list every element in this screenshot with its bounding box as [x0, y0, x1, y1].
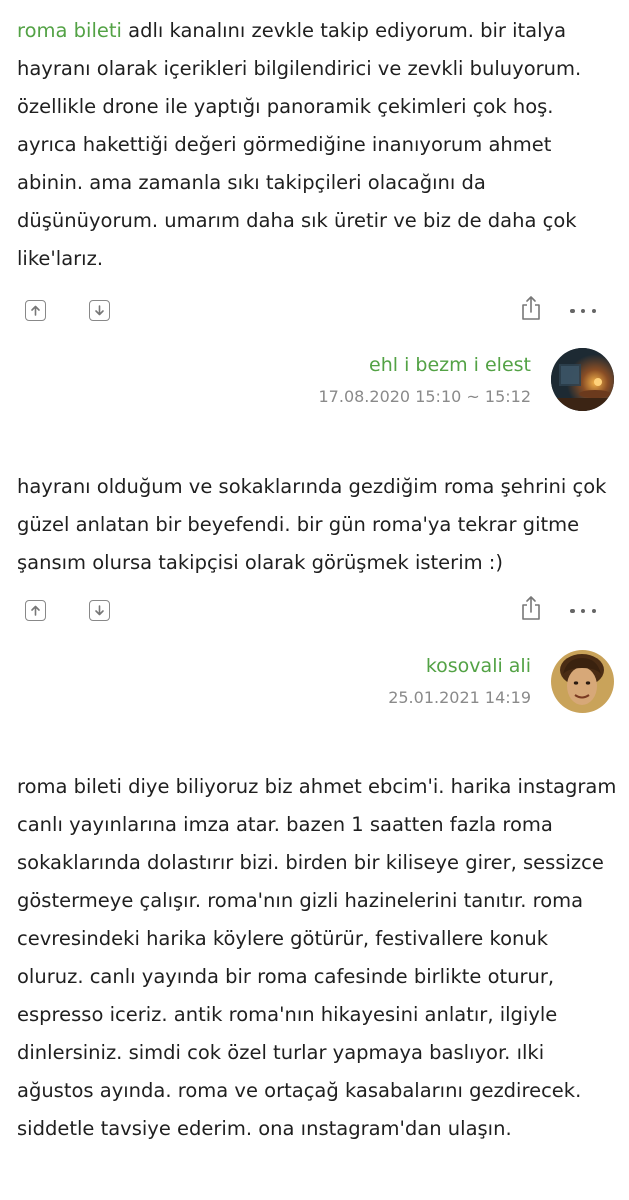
avatar[interactable]: [551, 650, 614, 713]
upvote-icon: [31, 305, 40, 316]
entry-text-body: adlı kanalını zevkle takip ediyorum. bir…: [17, 19, 582, 270]
more-button[interactable]: [570, 301, 596, 321]
downvote-button[interactable]: [89, 600, 110, 621]
entry-text: roma bileti diye biliyoruz biz ahmet ebc…: [17, 775, 617, 1140]
upvote-icon: [31, 605, 40, 616]
more-icon: [580, 308, 586, 314]
more-icon: [570, 308, 575, 314]
entry-actions: [0, 596, 629, 634]
downvote-icon: [95, 305, 104, 316]
more-icon: [580, 608, 586, 614]
entry-link[interactable]: roma bileti: [17, 19, 122, 42]
share-button[interactable]: [519, 294, 543, 322]
downvote-icon: [95, 605, 104, 616]
author-name[interactable]: kosovali ali: [426, 655, 531, 677]
entry-date[interactable]: 25.01.2021 14:19: [388, 688, 531, 707]
entry-text: roma bileti adlı kanalını zevkle takip e…: [17, 12, 617, 278]
more-button[interactable]: [570, 601, 596, 621]
more-icon: [591, 308, 596, 314]
entry-text: hayranı olduğum ve sokaklarında gezdiğim…: [17, 475, 607, 574]
share-button[interactable]: [519, 594, 543, 622]
more-icon: [570, 608, 575, 614]
upvote-button[interactable]: [25, 300, 46, 321]
avatar-image: [551, 348, 614, 411]
avatar[interactable]: [551, 348, 614, 411]
share-icon: [522, 596, 540, 620]
entry-date[interactable]: 17.08.2020 15:10 ~ 15:12: [319, 387, 532, 406]
author-name[interactable]: ehl i bezm i elest: [369, 354, 531, 376]
entry-actions: [0, 296, 629, 334]
upvote-button[interactable]: [25, 600, 46, 621]
more-icon: [591, 608, 596, 614]
avatar-image: [551, 650, 614, 713]
downvote-button[interactable]: [89, 300, 110, 321]
share-icon: [522, 296, 540, 320]
